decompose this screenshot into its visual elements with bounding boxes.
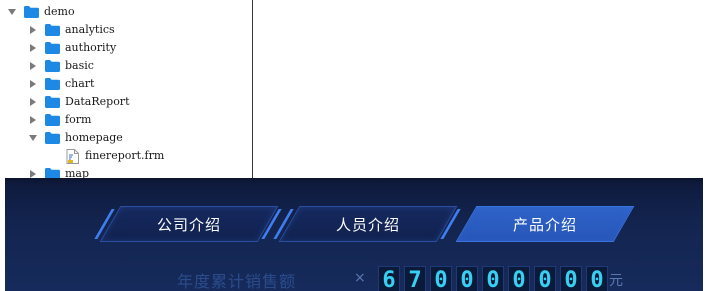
- chevron-down-icon[interactable]: [8, 7, 16, 17]
- stat-label: 年度累计销售额: [177, 272, 297, 291]
- stat-digit: 0: [482, 266, 504, 291]
- chevron-right-icon[interactable]: [29, 61, 37, 71]
- tree-node-label: finereport.frm: [85, 149, 165, 162]
- tree-node-label: map: [65, 167, 90, 178]
- stat-digit: 0: [560, 266, 582, 291]
- tab-label: 人员介绍: [335, 215, 400, 234]
- folder-icon: [45, 60, 60, 72]
- tree-node-label: analytics: [65, 23, 115, 36]
- tree-node-authority[interactable]: authority: [29, 39, 116, 57]
- tab-product-intro[interactable]: 产品介绍: [455, 206, 635, 242]
- dashboard-panel: 公司介绍 人员介绍 产品介绍 年度累计销售额 × 6 7 0 0 0 0 0 0…: [5, 178, 703, 291]
- stat-digit: 0: [534, 266, 556, 291]
- stat-multiplier: ×: [354, 270, 366, 286]
- tab-label: 产品介绍: [512, 215, 577, 234]
- folder-icon: [45, 42, 60, 54]
- tree-node-label: authority: [65, 41, 117, 54]
- tree-node-label: form: [65, 113, 92, 126]
- folder-icon: [45, 114, 60, 126]
- tab-staff-intro[interactable]: 人员介绍: [273, 206, 461, 242]
- tree-node-chart[interactable]: chart: [29, 75, 94, 93]
- tree-file-finereport[interactable]: finereport.frm: [66, 147, 164, 165]
- folder-icon: [24, 6, 39, 18]
- tree-node-analytics[interactable]: analytics: [29, 21, 115, 39]
- stat-digit: 6: [378, 266, 400, 291]
- tree-node-basic[interactable]: basic: [29, 57, 94, 75]
- tree-node-map[interactable]: map: [29, 165, 89, 178]
- stat-digit: 0: [456, 266, 478, 291]
- folder-icon: [45, 168, 60, 178]
- chevron-down-icon[interactable]: [29, 133, 37, 143]
- tree-node-demo[interactable]: demo: [8, 3, 75, 21]
- tree-node-label: chart: [65, 77, 95, 90]
- tab-label: 公司介绍: [156, 215, 221, 234]
- file-tree-panel: demo analytics authority basic chart Dat…: [0, 0, 253, 178]
- stat-digit: 0: [430, 266, 452, 291]
- tree-node-label: basic: [65, 59, 94, 72]
- tree-node-label: homepage: [65, 131, 123, 144]
- tree-node-label: demo: [44, 5, 75, 18]
- stat-digit: 0: [586, 266, 608, 291]
- chevron-right-icon[interactable]: [29, 25, 37, 35]
- stat-digit: 7: [404, 266, 426, 291]
- folder-icon: [45, 78, 60, 90]
- sales-stat-row: 年度累计销售额 × 6 7 0 0 0 0 0 0 0 元: [5, 266, 703, 291]
- frm-file-icon: [66, 148, 79, 164]
- folder-icon: [45, 96, 60, 108]
- chevron-right-icon[interactable]: [29, 115, 37, 125]
- chevron-right-icon[interactable]: [29, 97, 37, 107]
- tab-company-intro[interactable]: 公司介绍: [94, 206, 282, 242]
- tree-node-form[interactable]: form: [29, 111, 91, 129]
- tree-node-label: DataReport: [65, 95, 130, 108]
- chevron-right-icon[interactable]: [29, 79, 37, 89]
- chevron-right-icon[interactable]: [29, 43, 37, 53]
- chevron-right-icon[interactable]: [29, 169, 37, 178]
- stat-digit: 0: [508, 266, 530, 291]
- stat-unit: 元: [609, 273, 623, 289]
- tree-node-homepage[interactable]: homepage: [29, 129, 123, 147]
- folder-icon: [45, 132, 60, 144]
- tree-node-datareport[interactable]: DataReport: [29, 93, 130, 111]
- folder-icon: [45, 24, 60, 36]
